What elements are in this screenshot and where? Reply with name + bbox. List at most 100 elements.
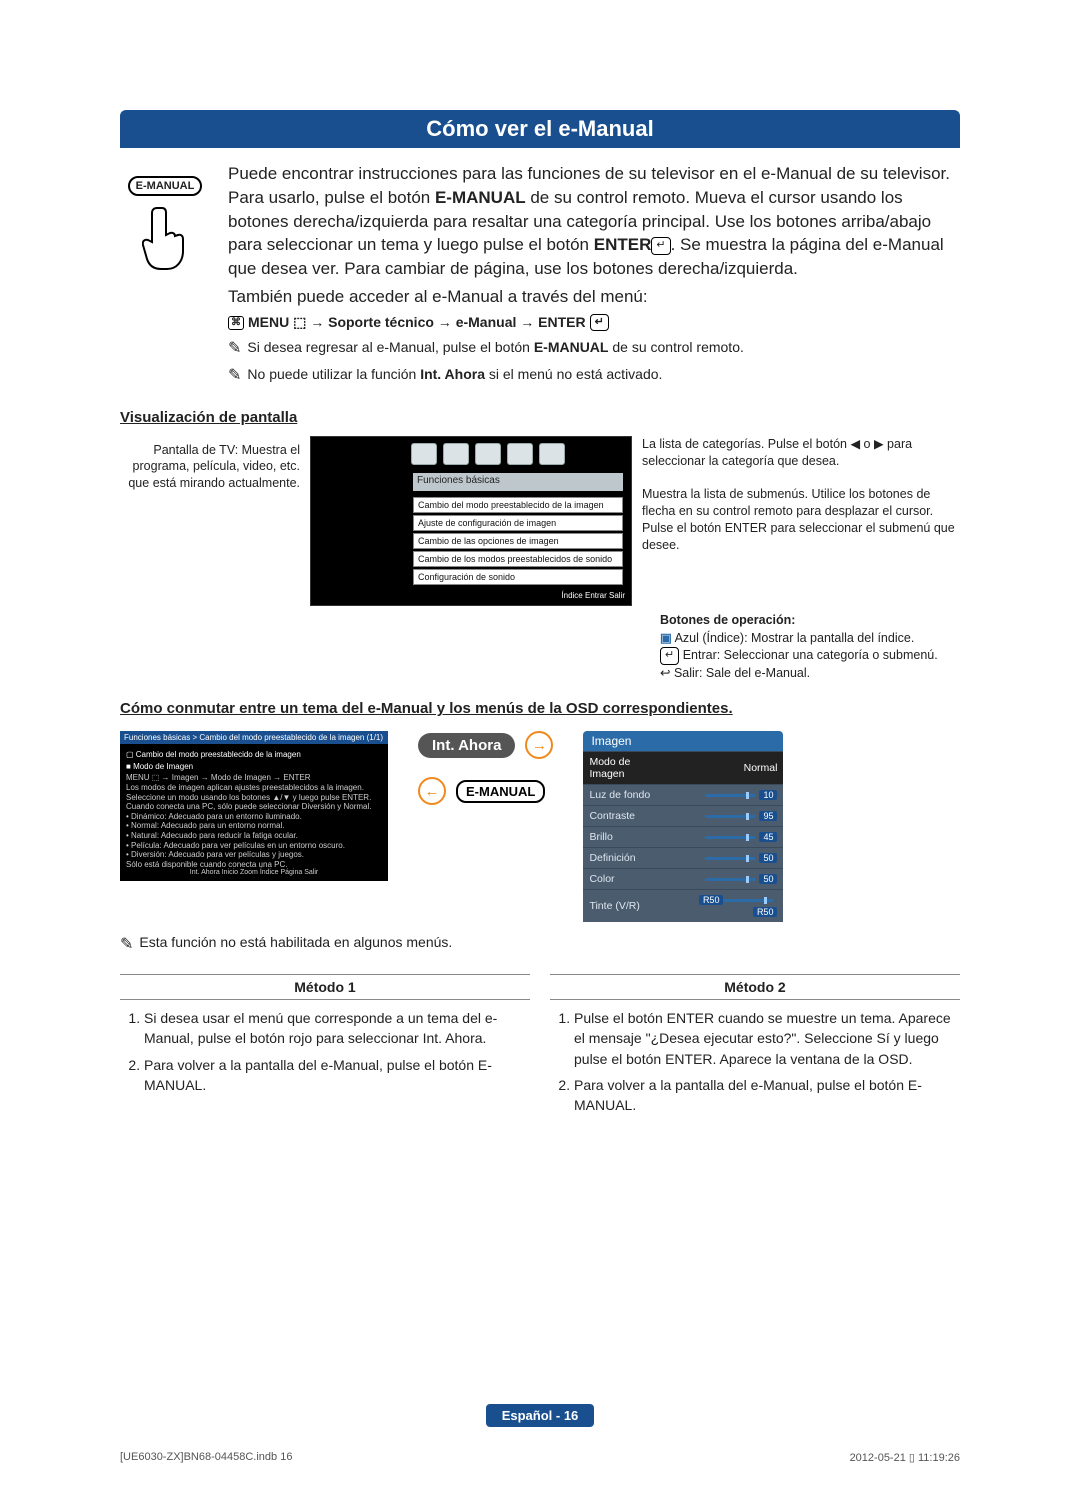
methods-table: Método 1 Si desea usar el menú que corre… xyxy=(120,974,960,1121)
method1-head: Método 1 xyxy=(120,974,530,1000)
osd-menu: Imagen Modo de ImagenNormal Luz de fondo… xyxy=(583,731,783,922)
note2a: No puede utilizar la función xyxy=(247,366,420,382)
emanual-pill: E-MANUAL xyxy=(456,780,545,803)
osd-row: Modo de ImagenNormal xyxy=(583,752,783,785)
sw-bullet: • Dinámico: Adecuado para un entorno ilu… xyxy=(126,812,382,822)
note2: No puede utilizar la función Int. Ahora … xyxy=(247,365,662,385)
tv-submenu-list: Cambio del modo preestablecido de la ima… xyxy=(413,497,623,587)
osd-row: Luz de fondo10 xyxy=(583,785,783,806)
sw-path: MENU ⬚ → Imagen → Modo de Imagen → ENTER xyxy=(126,773,382,783)
exit-icon: ↩ xyxy=(660,666,670,680)
tv-funcbar: Funciones básicas xyxy=(413,473,623,491)
menu-icon: ⌘ xyxy=(228,316,244,330)
osd-row: Definición50 xyxy=(583,848,783,869)
swap-note: Esta función no está habilitada en algun… xyxy=(139,934,452,950)
page-title: Cómo ver el e-Manual xyxy=(120,110,960,148)
swap-arrows: Int. Ahora → ← E-MANUAL xyxy=(418,731,553,805)
sw-subnote: Sólo está disponible cuando conecta una … xyxy=(126,860,382,870)
tv-category-icons xyxy=(411,443,625,469)
category-icon xyxy=(475,443,501,465)
sw-title1: ▢ Cambio del modo preestablecido de la i… xyxy=(126,750,382,760)
menu-path: ⌘ MENU ⬚ → Soporte técnico → e-Manual → … xyxy=(228,313,960,333)
osd-row: Brillo45 xyxy=(583,827,783,848)
vis-right1: La lista de categorías. Pulse el botón ◀… xyxy=(642,436,960,470)
tv-item: Configuración de sonido xyxy=(413,569,623,585)
b1: Azul (Índice): Mostrar la pantalla del í… xyxy=(672,631,914,645)
intro-p1b: E-MANUAL xyxy=(435,188,526,207)
tv-footer-buttons: Índice Entrar Salir xyxy=(311,591,631,605)
botones-line: ↩ Salir: Sale del e-Manual. xyxy=(660,665,960,683)
note2c: si el menú no está activado. xyxy=(485,366,662,382)
sw-bullet: • Normal: Adecuado para un entorno norma… xyxy=(126,821,382,831)
emanual-badge: E-MANUAL xyxy=(128,176,203,196)
tv-item: Cambio de los modos preestablecidos de s… xyxy=(413,551,623,567)
method-step: Para volver a la pantalla del e-Manual, … xyxy=(144,1055,530,1096)
osd-row: Tinte (V/R)R50R50 xyxy=(583,890,783,923)
hand-icon xyxy=(142,202,188,272)
swap-heading: Cómo conmutar entre un tema del e-Manual… xyxy=(120,700,960,717)
emanual-detail-shot: Funciones básicas > Cambio del modo pree… xyxy=(120,731,388,881)
note1a: Si desea regresar al e-Manual, pulse el … xyxy=(247,339,533,355)
method2: Método 2 Pulse el botón ENTER cuando se … xyxy=(550,974,960,1121)
note-icon: ✎ xyxy=(120,934,133,954)
operation-buttons: Botones de operación: ▣ Azul (Índice): M… xyxy=(660,612,960,682)
sw-bullet: • Película: Adecuado para ver películas … xyxy=(126,841,382,851)
page-number-label: Español - 16 xyxy=(486,1404,595,1427)
note-icon: ✎ xyxy=(228,365,241,387)
arrow-right-icon: → xyxy=(525,731,553,759)
sw-bullet: • Diversión: Adecuado para ver películas… xyxy=(126,850,382,860)
category-icon xyxy=(539,443,565,465)
intro-text: Puede encontrar instrucciones para las f… xyxy=(228,162,960,391)
print-footer: [UE6030-ZX]BN68-04458C.indb 16 2012-05-2… xyxy=(120,1451,960,1464)
osd-row: Contraste95 xyxy=(583,806,783,827)
enter-icon: ↵ xyxy=(660,647,679,664)
blue-square-icon: ▣ xyxy=(660,631,672,645)
note1b: E-MANUAL xyxy=(534,339,609,355)
vis-right2: Muestra la lista de submenús. Utilice lo… xyxy=(642,486,960,554)
method1: Método 1 Si desea usar el menú que corre… xyxy=(120,974,530,1121)
enter-icon: ↵ xyxy=(590,314,609,331)
category-icon xyxy=(507,443,533,465)
page-number: Español - 16 xyxy=(0,1407,1080,1424)
b3: Salir: Sale del e-Manual. xyxy=(670,666,810,680)
timestamp: 2012-05-21 ▯ 11:19:26 xyxy=(850,1451,960,1464)
int-ahora-pill: Int. Ahora xyxy=(418,733,515,758)
vis-row: Pantalla de TV: Muestra el programa, pel… xyxy=(120,436,960,606)
vis-heading: Visualización de pantalla xyxy=(120,409,960,426)
intro-p2: También puede acceder al e-Manual a trav… xyxy=(228,285,960,309)
file-path: [UE6030-ZX]BN68-04458C.indb 16 xyxy=(120,1451,292,1464)
osd-head: Imagen xyxy=(583,731,783,751)
tv-item: Ajuste de configuración de imagen xyxy=(413,515,623,531)
sw-pc: Cuando conecta una PC, sólo puede selecc… xyxy=(126,802,382,812)
method-step: Pulse el botón ENTER cuando se muestre u… xyxy=(574,1008,960,1069)
category-icon xyxy=(443,443,469,465)
intro-row: E-MANUAL Puede encontrar instrucciones p… xyxy=(120,162,960,391)
tv-item: Cambio de las opciones de imagen xyxy=(413,533,623,549)
sw-title2: ■ Modo de Imagen xyxy=(126,762,382,772)
sw-foot: Int. Ahora Inicio Zoom Índice Página Sal… xyxy=(120,869,388,881)
intro-p1d: ENTER xyxy=(594,235,652,254)
enter-icon: ↵ xyxy=(651,237,670,254)
osd-row: Color50 xyxy=(583,869,783,890)
vis-left-label: Pantalla de TV: Muestra el programa, pel… xyxy=(120,436,300,491)
breadcrumb: Funciones básicas > Cambio del modo pree… xyxy=(120,731,388,744)
method-step: Si desea usar el menú que corresponde a … xyxy=(144,1008,530,1049)
method2-head: Método 2 xyxy=(550,974,960,1000)
osd-table: Modo de ImagenNormal Luz de fondo10 Cont… xyxy=(583,751,783,922)
tv-screenshot: Funciones básicas Cambio del modo preest… xyxy=(310,436,632,606)
category-icon xyxy=(411,443,437,465)
botones-line: ▣ Azul (Índice): Mostrar la pantalla del… xyxy=(660,630,960,648)
menu-path-text: MENU ⬚ → Soporte técnico → e-Manual → EN… xyxy=(248,313,586,333)
vis-right-labels: La lista de categorías. Pulse el botón ◀… xyxy=(642,436,960,569)
arrow-left-icon: ← xyxy=(418,777,446,805)
botones-line: ↵ Entrar: Seleccionar una categoría o su… xyxy=(660,647,960,665)
tv-item: Cambio del modo preestablecido de la ima… xyxy=(413,497,623,513)
note1: Si desea regresar al e-Manual, pulse el … xyxy=(247,338,743,358)
method-step: Para volver a la pantalla del e-Manual, … xyxy=(574,1075,960,1116)
b2: Entrar: Seleccionar una categoría o subm… xyxy=(679,648,937,662)
remote-illustration: E-MANUAL xyxy=(120,162,210,391)
sw-bullet: • Natural: Adecuado para reducir la fati… xyxy=(126,831,382,841)
note-icon: ✎ xyxy=(228,338,241,360)
botones-title: Botones de operación: xyxy=(660,612,960,630)
note1c: de su control remoto. xyxy=(608,339,743,355)
